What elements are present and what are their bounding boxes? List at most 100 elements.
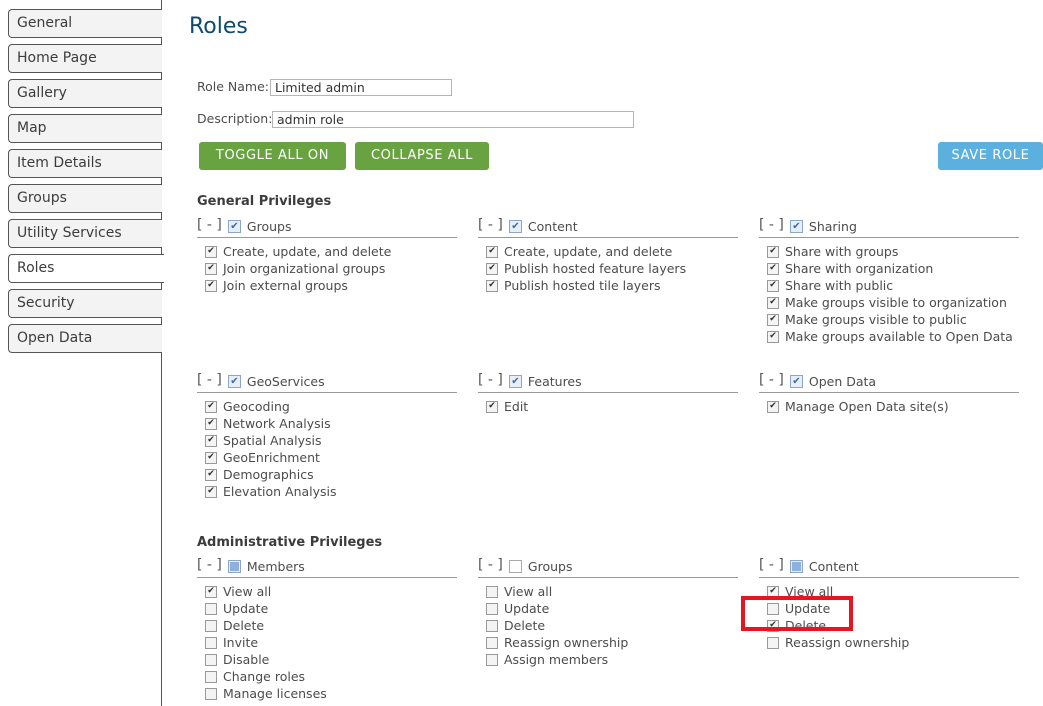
collapse-all-button[interactable]: COLLAPSE ALL (355, 142, 489, 170)
checkbox[interactable] (486, 602, 498, 615)
checkbox[interactable] (205, 636, 217, 649)
privilege-item[interactable]: Assign members (486, 651, 754, 668)
privilege-item[interactable]: ✔ Join external groups (205, 277, 473, 294)
collapse-toggle[interactable]: [ - ] (197, 217, 222, 233)
privilege-item[interactable]: Reassign ownership (767, 634, 1035, 651)
sidebar-tab-item-details[interactable]: Item Details (8, 149, 162, 178)
privilege-item[interactable]: Update (205, 600, 473, 617)
privilege-item[interactable]: ✔ Join organizational groups (205, 260, 473, 277)
checkbox[interactable]: ✔ (205, 417, 217, 430)
checkbox[interactable]: ✔ (205, 400, 217, 413)
checkbox[interactable] (486, 653, 498, 666)
checkbox[interactable]: ✔ (767, 245, 779, 258)
privilege-item[interactable]: Invite (205, 634, 473, 651)
checkbox[interactable]: ✔ (205, 262, 217, 275)
checkbox[interactable] (205, 619, 217, 632)
role-name-input[interactable]: Limited admin (270, 79, 452, 96)
collapse-toggle[interactable]: [ - ] (759, 217, 784, 233)
privilege-item[interactable]: Delete (205, 617, 473, 634)
checkbox[interactable]: ✔ (767, 296, 779, 309)
collapse-toggle[interactable]: [ - ] (197, 557, 222, 573)
group-checkbox[interactable]: ✔ (227, 375, 241, 388)
sidebar-tab-open-data[interactable]: Open Data (8, 324, 162, 353)
group-checkbox[interactable]: ✔ (227, 220, 241, 233)
toggle-all-on-button[interactable]: TOGGLE ALL ON (199, 142, 346, 170)
group-checkbox[interactable] (508, 560, 522, 573)
collapse-toggle[interactable]: [ - ] (478, 557, 503, 573)
collapse-toggle[interactable]: [ - ] (478, 372, 503, 388)
group-checkbox[interactable] (227, 560, 241, 573)
privilege-item[interactable]: ✔ GeoEnrichment (205, 449, 473, 466)
privilege-item[interactable]: Manage licenses (205, 685, 473, 702)
privilege-item[interactable]: ✔ Geocoding (205, 398, 473, 415)
checkbox[interactable]: ✔ (205, 585, 217, 598)
privilege-item[interactable]: Update (486, 600, 754, 617)
checkbox[interactable]: ✔ (486, 400, 498, 413)
sidebar-tab-security[interactable]: Security (8, 289, 162, 318)
group-checkbox[interactable]: ✔ (789, 220, 803, 233)
privilege-item[interactable]: View all (486, 583, 754, 600)
checkbox[interactable] (767, 636, 779, 649)
privilege-item[interactable]: ✔ Publish hosted tile layers (486, 277, 754, 294)
privilege-item[interactable]: ✔ Share with public (767, 277, 1035, 294)
checkbox[interactable]: ✔ (767, 279, 779, 292)
checkbox[interactable]: ✔ (767, 313, 779, 326)
checkbox[interactable] (205, 653, 217, 666)
checkbox[interactable]: ✔ (205, 485, 217, 498)
checkbox[interactable]: ✔ (767, 400, 779, 413)
checkbox[interactable] (205, 670, 217, 683)
sidebar-tab-gallery[interactable]: Gallery (8, 79, 162, 108)
privilege-item[interactable]: ✔ Make groups visible to organization (767, 294, 1035, 311)
group-checkbox[interactable]: ✔ (508, 375, 522, 388)
checkbox[interactable]: ✔ (205, 434, 217, 447)
privilege-item[interactable]: ✔ Create, update, and delete (205, 243, 473, 260)
collapse-toggle[interactable]: [ - ] (759, 557, 784, 573)
privilege-item[interactable]: Change roles (205, 668, 473, 685)
privilege-item[interactable]: ✔ Make groups visible to public (767, 311, 1035, 328)
checkbox[interactable] (205, 602, 217, 615)
privilege-item[interactable]: ✔ Edit (486, 398, 754, 415)
sidebar-tab-groups[interactable]: Groups (8, 184, 162, 213)
privilege-list: ✔ Create, update, and delete ✔ Publish host… (478, 243, 754, 294)
privilege-item[interactable]: Delete (486, 617, 754, 634)
sidebar-tab-roles[interactable]: Roles (8, 254, 164, 283)
group-checkbox[interactable]: ✔ (508, 220, 522, 233)
checkbox[interactable]: ✔ (486, 279, 498, 292)
checkbox[interactable]: ✔ (486, 262, 498, 275)
checkbox[interactable]: ✔ (205, 245, 217, 258)
group-checkbox[interactable] (789, 560, 803, 573)
checkbox[interactable]: ✔ (205, 279, 217, 292)
sidebar-tab-utility-services[interactable]: Utility Services (8, 219, 162, 248)
checkbox[interactable] (486, 585, 498, 598)
privilege-item[interactable]: ✔ Manage Open Data site(s) (767, 398, 1035, 415)
checkbox[interactable]: ✔ (205, 468, 217, 481)
collapse-toggle[interactable]: [ - ] (197, 372, 222, 388)
collapse-toggle[interactable]: [ - ] (478, 217, 503, 233)
privilege-item[interactable]: ✔ Create, update, and delete (486, 243, 754, 260)
checkbox[interactable]: ✔ (767, 262, 779, 275)
save-role-button[interactable]: SAVE ROLE (938, 142, 1043, 170)
checkbox[interactable] (205, 687, 217, 700)
checkbox[interactable]: ✔ (486, 245, 498, 258)
checkbox[interactable] (486, 636, 498, 649)
sidebar-tab-general[interactable]: General (8, 9, 162, 38)
description-input[interactable]: admin role (272, 111, 634, 128)
privilege-item[interactable]: Reassign ownership (486, 634, 754, 651)
privilege-item[interactable]: ✔ View all (205, 583, 473, 600)
privilege-item[interactable]: ✔ Demographics (205, 466, 473, 483)
sidebar-tab-home-page[interactable]: Home Page (8, 44, 162, 73)
privilege-item[interactable]: ✔ Publish hosted feature layers (486, 260, 754, 277)
checkbox[interactable]: ✔ (767, 330, 779, 343)
privilege-item[interactable]: ✔ Network Analysis (205, 415, 473, 432)
group-checkbox[interactable]: ✔ (789, 375, 803, 388)
privilege-item[interactable]: ✔ Share with organization (767, 260, 1035, 277)
privilege-item[interactable]: ✔ Elevation Analysis (205, 483, 473, 500)
checkbox[interactable] (486, 619, 498, 632)
sidebar-tab-map[interactable]: Map (8, 114, 162, 143)
privilege-item[interactable]: ✔ Share with groups (767, 243, 1035, 260)
privilege-item[interactable]: ✔ Make groups available to Open Data (767, 328, 1035, 345)
privilege-item[interactable]: ✔ Spatial Analysis (205, 432, 473, 449)
checkbox[interactable]: ✔ (205, 451, 217, 464)
privilege-item[interactable]: Disable (205, 651, 473, 668)
collapse-toggle[interactable]: [ - ] (759, 372, 784, 388)
